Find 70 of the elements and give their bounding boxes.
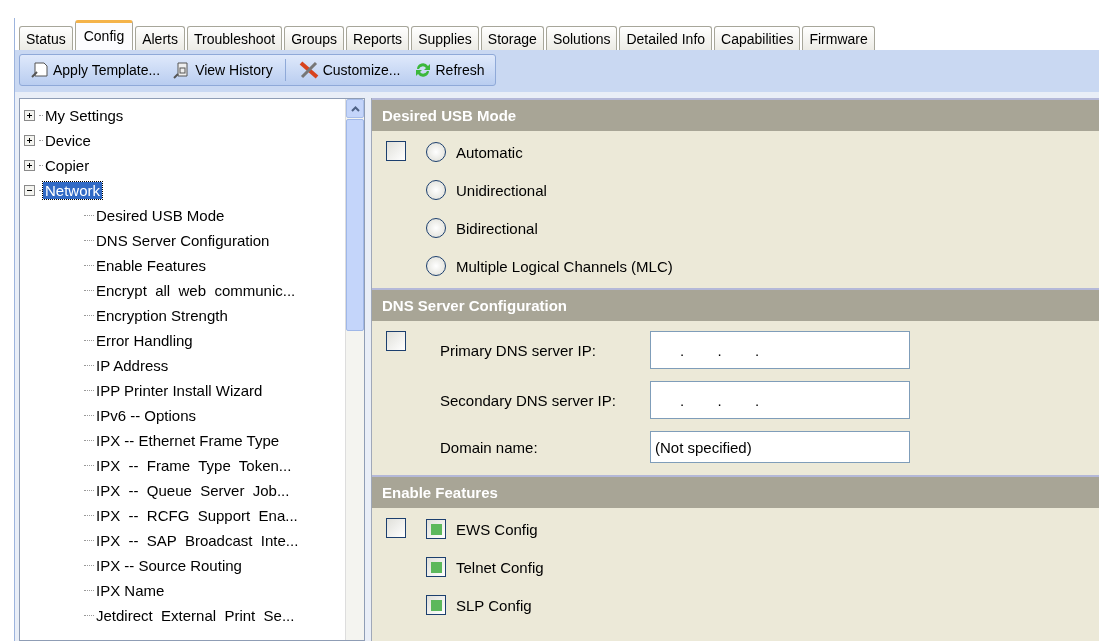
- tree-item[interactable]: IPX -- Frame Type Token...: [94, 457, 294, 474]
- tree-item[interactable]: Network: [43, 182, 102, 199]
- tree-item[interactable]: Enable Features: [94, 257, 209, 274]
- tree-item[interactable]: IPX -- Source Routing: [94, 557, 244, 574]
- checkbox[interactable]: [426, 519, 446, 539]
- option-label: Unidirectional: [456, 181, 547, 199]
- expand-icon[interactable]: [24, 110, 35, 121]
- radio-button[interactable]: [426, 142, 446, 162]
- field-label: Domain name:: [440, 438, 539, 456]
- toolbar-button[interactable]: Customize...: [293, 58, 405, 82]
- checkbox[interactable]: [386, 141, 406, 161]
- document-icon: [30, 60, 50, 80]
- option-label: Automatic: [456, 143, 523, 161]
- tab[interactable]: Detailed Info: [619, 26, 713, 50]
- tab[interactable]: Status: [19, 26, 73, 50]
- checkbox[interactable]: [426, 595, 446, 615]
- tab[interactable]: Solutions: [545, 26, 618, 50]
- option-label: Bidirectional: [456, 219, 538, 237]
- input-field[interactable]: (Not specified): [650, 431, 910, 463]
- tab[interactable]: Firmware: [802, 26, 875, 50]
- toolbar-button[interactable]: View History: [168, 58, 277, 82]
- option-label: SLP Config: [456, 596, 532, 614]
- tab[interactable]: Config: [74, 20, 134, 50]
- tree-item[interactable]: Error Handling: [94, 332, 195, 349]
- option-label: Multiple Logical Channels (MLC): [456, 257, 673, 275]
- expand-icon[interactable]: [24, 160, 35, 171]
- checkbox[interactable]: [386, 518, 406, 538]
- tools-icon: [297, 60, 320, 80]
- tree-item[interactable]: IPX -- Queue Server Job...: [94, 482, 292, 499]
- field-label: Primary DNS server IP:: [440, 341, 597, 359]
- tab[interactable]: Alerts: [135, 26, 185, 50]
- option-label: Telnet Config: [456, 558, 544, 576]
- tree-item[interactable]: IPX Name: [94, 582, 167, 599]
- tab[interactable]: Supplies: [411, 26, 479, 50]
- tree-item[interactable]: Device: [43, 132, 93, 149]
- checkbox[interactable]: [426, 557, 446, 577]
- section-header: Enable Features: [372, 475, 1099, 508]
- section-header: Desired USB Mode: [372, 98, 1099, 131]
- tab[interactable]: Groups: [284, 26, 345, 50]
- tree-item[interactable]: My Settings: [43, 107, 126, 124]
- toolbar-button[interactable]: Refresh: [408, 58, 489, 82]
- tree-item[interactable]: Desired USB Mode: [94, 207, 227, 224]
- checkbox[interactable]: [386, 331, 406, 351]
- tree-item[interactable]: IPv6 -- Options: [94, 407, 199, 424]
- tree-item[interactable]: Copier: [43, 157, 92, 174]
- expand-icon[interactable]: [24, 135, 35, 146]
- radio-button[interactable]: [426, 218, 446, 238]
- tree-item[interactable]: Encrypt all web communic...: [94, 282, 298, 299]
- toolbar-button[interactable]: Apply Template...: [26, 58, 165, 82]
- tree-item[interactable]: IPX -- SAP Broadcast Inte...: [94, 532, 301, 549]
- tab[interactable]: Storage: [480, 26, 544, 50]
- ip-address-field[interactable]: . . .: [650, 381, 910, 419]
- tree-item[interactable]: DNS Server Configuration: [94, 232, 272, 249]
- tree-item[interactable]: Jetdirect External Print Se...: [94, 607, 297, 624]
- tab[interactable]: Troubleshoot: [186, 26, 283, 50]
- section-header: DNS Server Configuration: [372, 288, 1099, 321]
- field-label: Secondary DNS server IP:: [440, 391, 617, 409]
- radio-button[interactable]: [426, 256, 446, 276]
- tree-item[interactable]: IPP Printer Install Wizard: [94, 382, 265, 399]
- tree-item[interactable]: IPX -- Ethernet Frame Type: [94, 432, 282, 449]
- tab[interactable]: Reports: [346, 26, 410, 50]
- scrollbar[interactable]: [345, 99, 364, 640]
- tree-item[interactable]: Encryption Strength: [94, 307, 230, 324]
- radio-button[interactable]: [426, 180, 446, 200]
- tab[interactable]: Capabilities: [714, 26, 801, 50]
- tree-item[interactable]: IP Address: [94, 357, 171, 374]
- collapse-icon[interactable]: [24, 185, 35, 196]
- option-label: EWS Config: [456, 520, 538, 538]
- ip-address-field[interactable]: . . .: [650, 331, 910, 369]
- tree-item[interactable]: IPX -- RCFG Support Ena...: [94, 507, 300, 524]
